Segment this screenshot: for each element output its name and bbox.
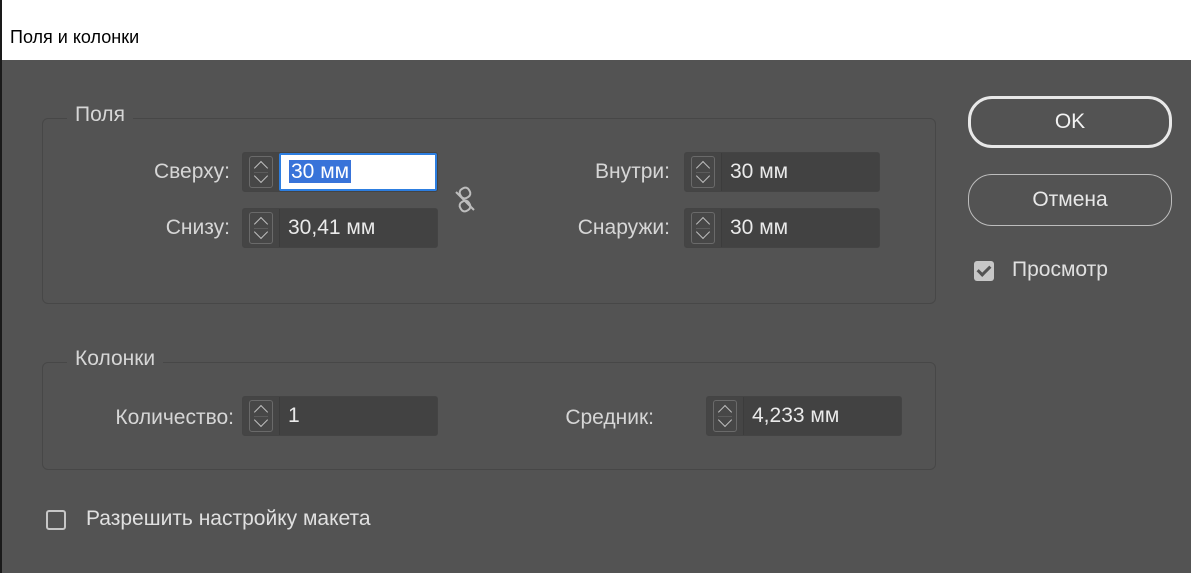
top-margin-value: 30 мм [289, 160, 352, 183]
top-margin-label: Сверху: [153, 160, 230, 183]
gutter-label: Средник: [565, 406, 654, 429]
gutter-input[interactable]: 4,233 мм [743, 397, 901, 435]
bottom-margin-input[interactable]: 30,41 мм [279, 209, 437, 247]
column-count-label: Количество: [115, 406, 234, 429]
top-margin-input[interactable]: 30 мм [279, 153, 437, 191]
column-count-spinner[interactable]: 1 [242, 396, 438, 436]
outside-margin-stepper[interactable] [691, 212, 715, 244]
enable-layout-adjustment-checkbox[interactable] [46, 510, 66, 530]
preview-checkbox[interactable] [974, 261, 994, 281]
inside-margin-spinner[interactable]: 30 мм [684, 152, 880, 192]
outside-margin-input[interactable]: 30 мм [721, 209, 879, 247]
enable-layout-adjustment-label[interactable]: Разрешить настройку макета [86, 507, 371, 531]
cancel-button[interactable]: Отмена [968, 174, 1172, 226]
bottom-margin-label: Снизу: [165, 216, 230, 239]
inside-margin-stepper[interactable] [691, 156, 715, 188]
ok-button[interactable]: OK [968, 96, 1172, 148]
inside-margin-label: Внутри: [595, 160, 670, 183]
chevron-down-icon[interactable] [695, 168, 711, 184]
inside-margin-input[interactable]: 30 мм [721, 153, 879, 191]
column-count-input[interactable]: 1 [279, 397, 437, 435]
chevron-down-icon[interactable] [253, 168, 269, 184]
gutter-spinner[interactable]: 4,233 мм [706, 396, 902, 436]
outside-margin-label: Снаружи: [577, 216, 670, 239]
gutter-stepper[interactable] [713, 400, 737, 432]
margins-group-label: Поля [67, 103, 133, 127]
outside-margin-spinner[interactable]: 30 мм [684, 208, 880, 248]
top-margin-stepper[interactable] [249, 156, 273, 188]
bottom-margin-stepper[interactable] [249, 212, 273, 244]
chevron-down-icon[interactable] [717, 412, 733, 428]
chevron-down-icon[interactable] [253, 224, 269, 240]
chevron-down-icon[interactable] [695, 224, 711, 240]
window-title: Поля и колонки [10, 27, 140, 47]
margins-columns-dialog: Поля Сверху: 30 мм Снизу: 30,41 мм Внутр… [0, 60, 1191, 573]
unlink-chain-icon[interactable] [454, 186, 476, 214]
top-margin-spinner[interactable]: 30 мм [242, 152, 438, 192]
column-count-stepper[interactable] [249, 400, 273, 432]
bottom-margin-spinner[interactable]: 30,41 мм [242, 208, 438, 248]
preview-label[interactable]: Просмотр [1012, 258, 1108, 282]
columns-group-label: Колонки [67, 347, 164, 371]
title-bar: Поля и колонки [0, 0, 1191, 60]
chevron-down-icon[interactable] [253, 412, 269, 428]
